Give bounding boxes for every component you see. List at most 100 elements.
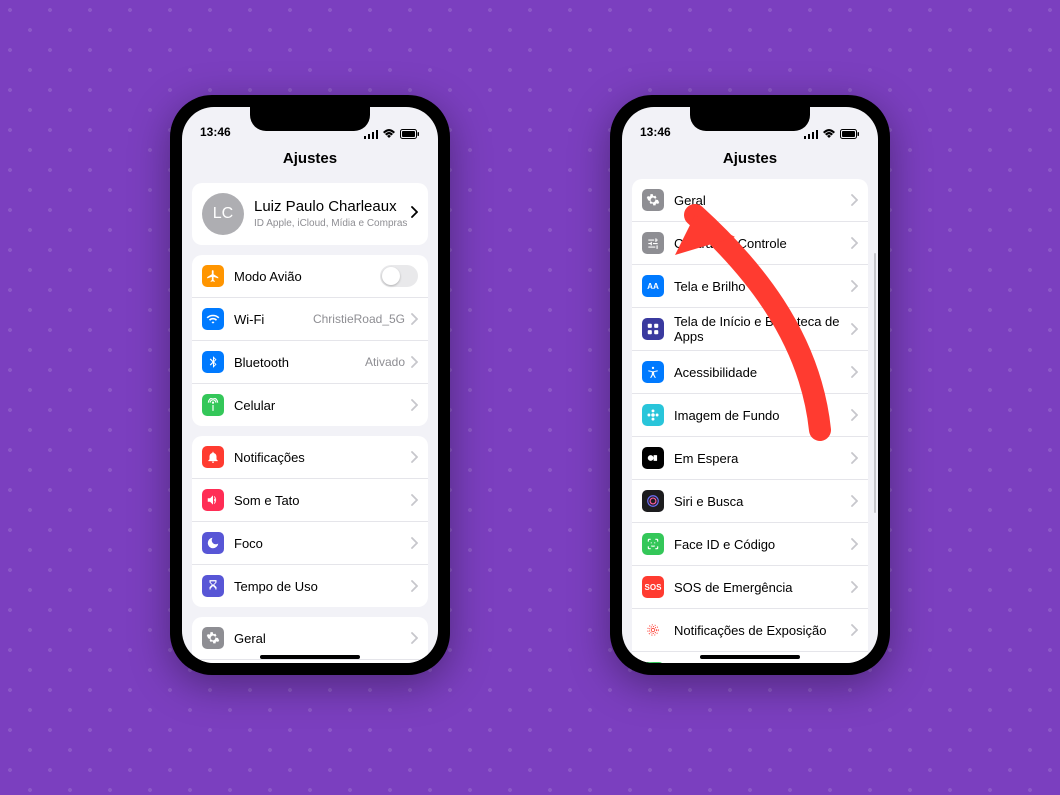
chevron-right-icon bbox=[851, 323, 858, 335]
row-label: Celular bbox=[234, 398, 405, 413]
signal-icon bbox=[804, 129, 818, 139]
row-label: Tela e Brilho bbox=[674, 279, 845, 294]
chevron-right-icon bbox=[851, 538, 858, 550]
settings-row-controlcenter[interactable]: Central de Controle bbox=[632, 221, 868, 264]
background-pattern bbox=[0, 0, 1060, 795]
status-icons bbox=[364, 129, 420, 139]
sliders-icon bbox=[642, 232, 664, 254]
chevron-right-icon bbox=[851, 452, 858, 464]
row-label: Siri e Busca bbox=[674, 494, 845, 509]
navbar-title: Ajustes bbox=[723, 150, 777, 167]
settings-row-standby[interactable]: Em Espera bbox=[632, 436, 868, 479]
row-label: Notificações de Exposição bbox=[674, 623, 845, 638]
airplane-icon bbox=[202, 265, 224, 287]
notch bbox=[250, 107, 370, 131]
chevron-right-icon bbox=[411, 537, 418, 549]
home-indicator[interactable] bbox=[260, 655, 360, 659]
row-label: Tela de Início e Biblioteca de Apps bbox=[674, 314, 845, 344]
signal-icon bbox=[364, 129, 378, 139]
row-label: Bluetooth bbox=[234, 355, 365, 370]
settings-row-cellular[interactable]: Celular bbox=[192, 383, 428, 426]
settings-row-exposure[interactable]: Notificações de Exposição bbox=[632, 608, 868, 651]
chevron-right-icon bbox=[851, 624, 858, 636]
avatar: LC bbox=[202, 193, 244, 235]
status-time: 13:46 bbox=[200, 125, 231, 139]
speaker-icon bbox=[202, 489, 224, 511]
settings-row-general[interactable]: Geral bbox=[192, 617, 428, 659]
chevron-right-icon bbox=[851, 409, 858, 421]
chevron-right-icon bbox=[851, 581, 858, 593]
exposure-icon bbox=[642, 619, 664, 641]
gear-icon bbox=[642, 189, 664, 211]
row-label: Em Espera bbox=[674, 451, 845, 466]
battery-status-icon bbox=[400, 129, 420, 139]
profile-name: Luiz Paulo Charleaux bbox=[254, 198, 411, 215]
alerts-group: Notificações Som e Tato FocoTempo de Uso bbox=[192, 436, 428, 607]
tutorial-image: 13:46 Ajustes LC Luiz Paulo Charleaux bbox=[0, 0, 1060, 795]
settings-row-bluetooth[interactable]: BluetoothAtivado bbox=[192, 340, 428, 383]
display-icon: AA bbox=[642, 275, 664, 297]
settings-row-sos[interactable]: SOS SOS de Emergência bbox=[632, 565, 868, 608]
settings-row-general[interactable]: Geral bbox=[632, 179, 868, 221]
flower-icon bbox=[642, 404, 664, 426]
row-label: Som e Tato bbox=[234, 493, 405, 508]
antenna-icon bbox=[202, 394, 224, 416]
screen-left: 13:46 Ajustes LC Luiz Paulo Charleaux bbox=[182, 107, 438, 663]
row-label: SOS de Emergência bbox=[674, 580, 845, 595]
chevron-right-icon bbox=[851, 280, 858, 292]
row-label: Geral bbox=[234, 631, 405, 646]
settings-row-notifications[interactable]: Notificações bbox=[192, 436, 428, 478]
bluetooth-icon bbox=[202, 351, 224, 373]
home-indicator[interactable] bbox=[700, 655, 800, 659]
notch bbox=[690, 107, 810, 131]
settings-content-right[interactable]: GeralCentral de Controle AA Tela e Brilho T… bbox=[622, 173, 878, 663]
settings-row-screentime[interactable]: Tempo de Uso bbox=[192, 564, 428, 607]
wifi-icon bbox=[202, 308, 224, 330]
svg-text:AA: AA bbox=[647, 282, 659, 291]
navbar-title: Ajustes bbox=[283, 150, 337, 167]
accessibility-icon bbox=[642, 361, 664, 383]
wifi-status-icon bbox=[822, 129, 836, 139]
settings-content-left[interactable]: LC Luiz Paulo Charleaux ID Apple, iCloud… bbox=[182, 173, 438, 663]
row-label: Face ID e Código bbox=[674, 537, 845, 552]
bell-icon bbox=[202, 446, 224, 468]
settings-row-sounds[interactable]: Som e Tato bbox=[192, 478, 428, 521]
chevron-right-icon bbox=[411, 399, 418, 411]
standby-icon bbox=[642, 447, 664, 469]
chevron-right-icon bbox=[411, 356, 418, 368]
navbar: Ajustes bbox=[182, 141, 438, 175]
battery-icon bbox=[642, 662, 664, 663]
chevron-right-icon bbox=[411, 580, 418, 592]
sos-icon: SOS bbox=[642, 576, 664, 598]
chevron-right-icon bbox=[411, 494, 418, 506]
settings-row-controlcenter[interactable]: Central de Controle bbox=[192, 659, 428, 663]
connectivity-group: Modo AviãoWi-FiChristieRoad_5GBluetoothA… bbox=[192, 255, 428, 426]
system-group-scrolled: GeralCentral de Controle AA Tela e Brilho T… bbox=[632, 179, 868, 663]
settings-row-wifi[interactable]: Wi-FiChristieRoad_5G bbox=[192, 297, 428, 340]
settings-row-homescreen[interactable]: Tela de Início e Biblioteca de Apps bbox=[632, 307, 868, 350]
navbar: Ajustes bbox=[622, 141, 878, 175]
settings-row-accessibility[interactable]: Acessibilidade bbox=[632, 350, 868, 393]
settings-row-wallpaper[interactable]: Imagem de Fundo bbox=[632, 393, 868, 436]
settings-row-display[interactable]: AA Tela e Brilho bbox=[632, 264, 868, 307]
settings-row-focus[interactable]: Foco bbox=[192, 521, 428, 564]
settings-row-siri[interactable]: Siri e Busca bbox=[632, 479, 868, 522]
row-label: Notificações bbox=[234, 450, 405, 465]
screen-right: 13:46 Ajustes GeralCentral de ControleAA… bbox=[622, 107, 878, 663]
settings-row-airplane[interactable]: Modo Avião bbox=[192, 255, 428, 297]
profile-row[interactable]: LC Luiz Paulo Charleaux ID Apple, iCloud… bbox=[192, 183, 428, 245]
status-time: 13:46 bbox=[640, 125, 671, 139]
scroll-indicator[interactable] bbox=[874, 253, 876, 513]
phone-mockup-right: 13:46 Ajustes GeralCentral de ControleAA… bbox=[610, 95, 890, 675]
toggle-switch[interactable] bbox=[380, 265, 418, 287]
faceid-icon bbox=[642, 533, 664, 555]
profile-group: LC Luiz Paulo Charleaux ID Apple, iCloud… bbox=[192, 183, 428, 245]
row-value: Ativado bbox=[365, 355, 405, 369]
row-label: Acessibilidade bbox=[674, 365, 845, 380]
settings-row-faceid[interactable]: Face ID e Código bbox=[632, 522, 868, 565]
chevron-right-icon bbox=[411, 451, 418, 463]
phone-mockup-left: 13:46 Ajustes LC Luiz Paulo Charleaux bbox=[170, 95, 450, 675]
apps-icon bbox=[642, 318, 664, 340]
row-label: Modo Avião bbox=[234, 269, 380, 284]
siri-icon bbox=[642, 490, 664, 512]
